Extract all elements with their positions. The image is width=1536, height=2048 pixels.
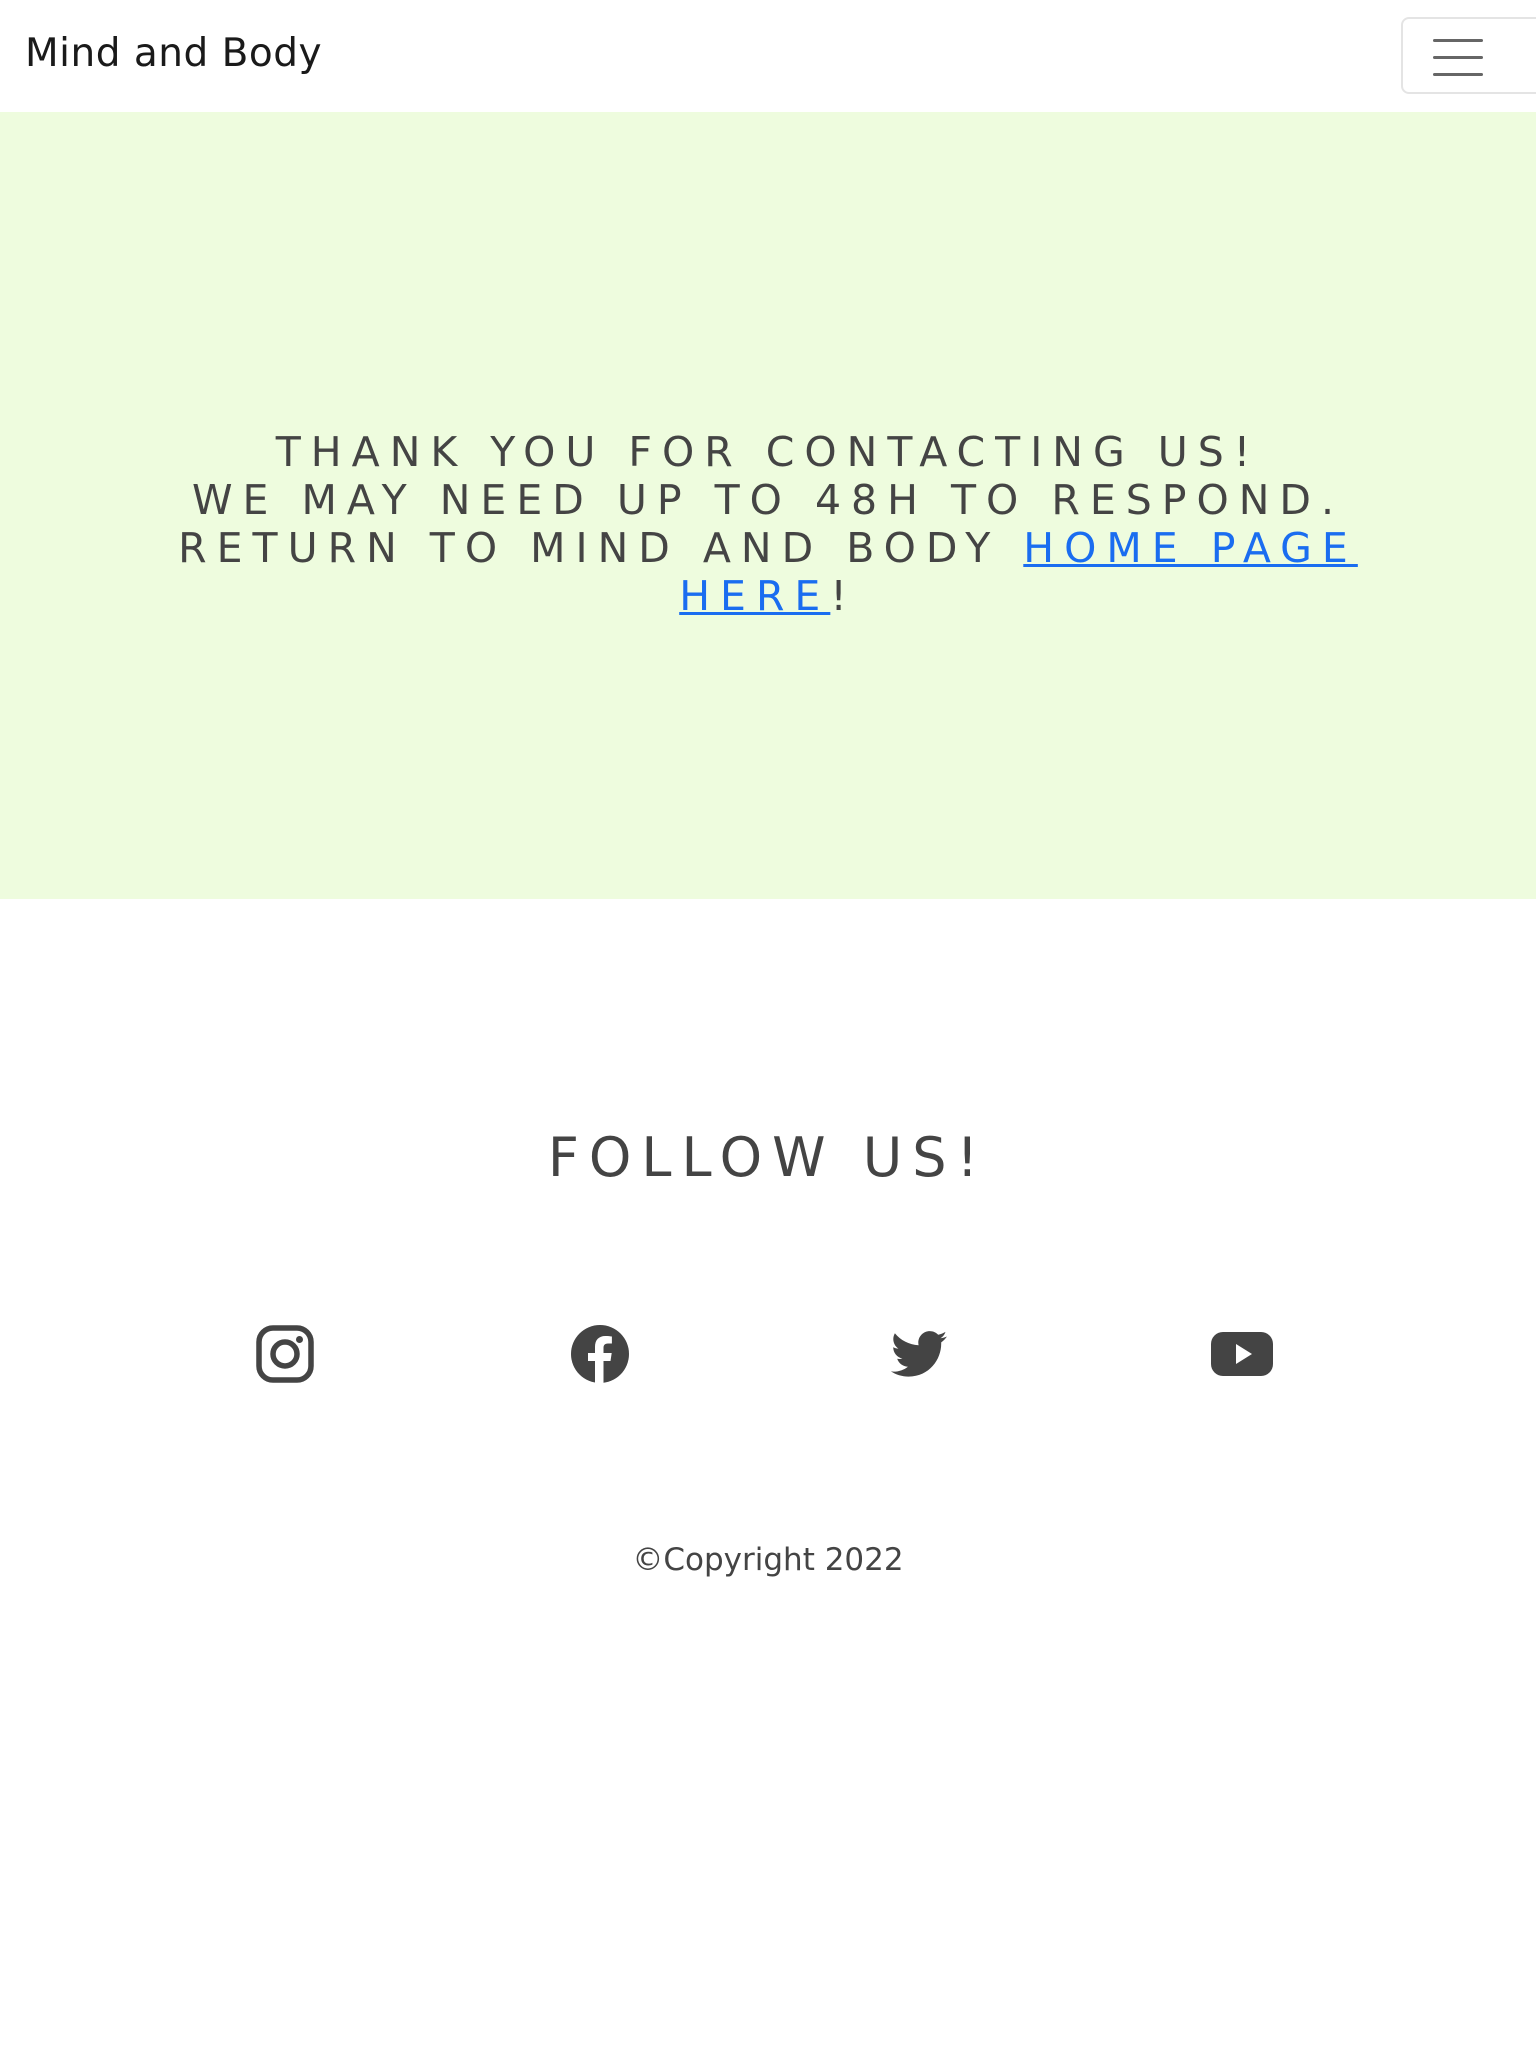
brand-link[interactable]: Mind and Body [25,26,322,82]
facebook-icon [571,1325,629,1383]
navbar-toggler-button[interactable] [1401,17,1536,94]
youtube-link[interactable] [1210,1322,1274,1386]
confirmation-message: Thank you for contacting us! We may need… [150,428,1386,620]
response-time-line: We may need up to 48h to respond. [191,476,1345,524]
return-line: Return to Mind and Body Home page here! [150,524,1386,620]
facebook-link[interactable] [568,1322,632,1386]
hero-section: Thank you for contacting us! We may need… [0,112,1536,899]
follow-us-heading: Follow us! [547,1126,989,1189]
youtube-icon [1211,1332,1273,1376]
thank-you-line: Thank you for contacting us! [275,428,1261,476]
exclamation: ! [830,572,857,620]
twitter-icon [890,1331,947,1377]
twitter-link[interactable] [887,1322,951,1386]
instagram-icon [256,1325,314,1383]
navbar: Mind and Body [0,0,1536,112]
copyright-text: ©Copyright 2022 [632,1542,904,1578]
return-text: Return to Mind and Body [178,524,1024,572]
instagram-link[interactable] [253,1322,317,1386]
